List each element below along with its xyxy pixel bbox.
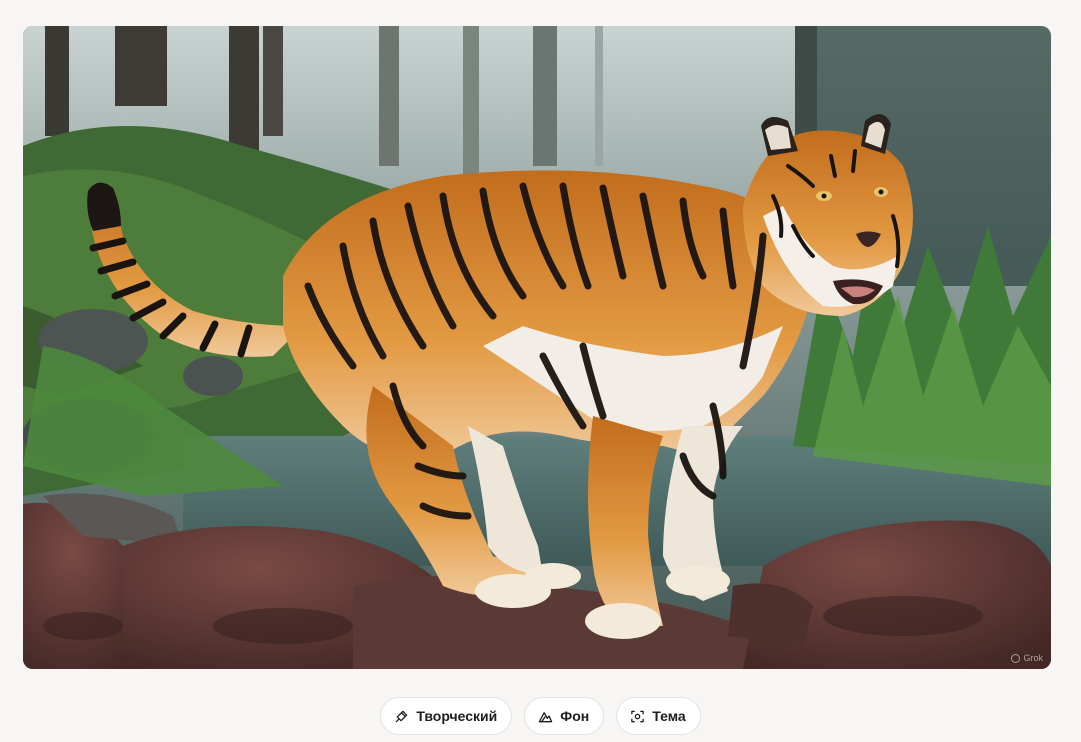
background-button[interactable]: Фон xyxy=(524,697,605,735)
watermark-text: Grok xyxy=(1023,653,1043,663)
image-viewer: Grok Творческий Фон Тема xyxy=(0,0,1081,742)
watermark: Grok xyxy=(1011,653,1043,663)
generated-image[interactable]: Grok xyxy=(23,26,1051,669)
creative-label: Творческий xyxy=(416,708,498,724)
subject-label: Тема xyxy=(652,708,686,724)
mountain-icon xyxy=(538,709,553,724)
tiger-image xyxy=(23,26,1051,669)
edit-actions-toolbar: Творческий Фон Тема xyxy=(0,697,1081,735)
grok-logo-icon xyxy=(1011,653,1021,663)
focus-icon xyxy=(630,709,645,724)
brush-icon xyxy=(394,709,409,724)
subject-button[interactable]: Тема xyxy=(616,697,701,735)
creative-button[interactable]: Творческий xyxy=(380,697,513,735)
background-label: Фон xyxy=(560,708,590,724)
